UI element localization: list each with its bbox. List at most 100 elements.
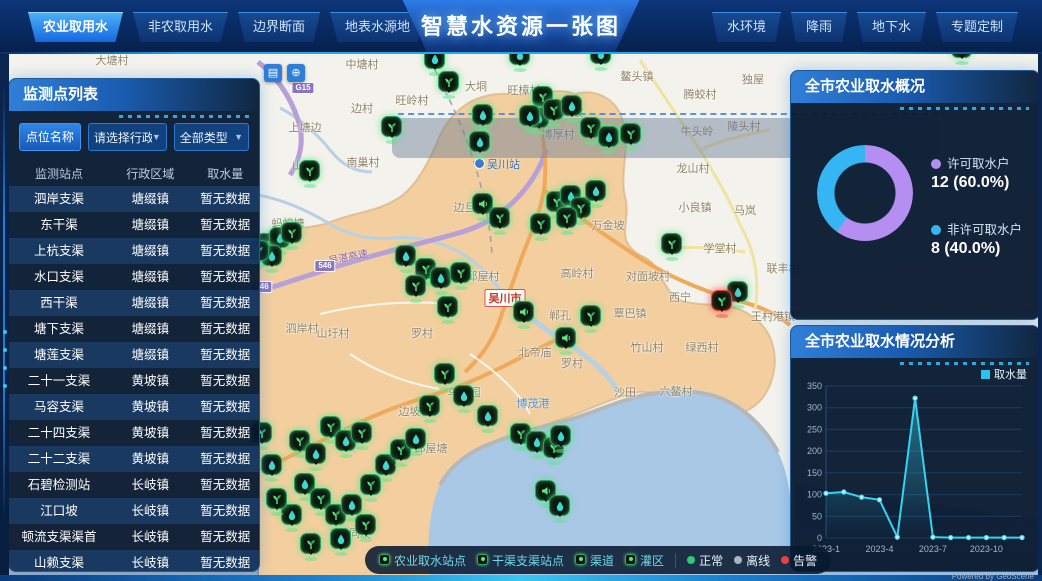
marker-canal-station[interactable] [330, 528, 352, 556]
pin-base [335, 552, 348, 556]
marker-canal-station[interactable] [305, 443, 327, 471]
marker-alert[interactable] [711, 290, 733, 318]
table-cell: 长岐镇 [109, 550, 192, 576]
table-row[interactable]: 顿流支渠渠首长岐镇暂无数据 [9, 524, 259, 550]
legend-type-item[interactable]: 渠道 [575, 552, 614, 569]
frame-dots [3, 330, 7, 334]
marker-canal-station[interactable] [550, 425, 572, 453]
table-header: 监测站点 行政区域 取水量 [9, 159, 259, 186]
table-row[interactable]: 马容支渠黄坡镇暂无数据 [9, 394, 259, 420]
marker-agriculture-intake[interactable] [381, 116, 403, 144]
attribution: Powered by GeoScene [952, 572, 1034, 581]
table-row[interactable]: 泗岸支渠塘缀镇暂无数据 [9, 186, 259, 212]
marker-agriculture-intake[interactable] [438, 71, 460, 99]
legend-type-item[interactable]: 农业取水站点 [379, 552, 466, 569]
marker-agriculture-intake[interactable] [419, 395, 441, 423]
nav-tab-right-3[interactable]: 专题定制 [936, 12, 1018, 42]
village-label: 覃巴镇 [614, 305, 647, 321]
pin-body [351, 422, 372, 443]
pin-base [535, 237, 548, 241]
pin-base [380, 478, 393, 482]
nav-tabs-left: 农业取用水非农取用水边界断面地表水源地 [28, 12, 425, 42]
pin-base [518, 325, 531, 329]
marker-agriculture-intake[interactable] [266, 488, 288, 516]
marker-canal-station[interactable] [598, 126, 620, 154]
marker-canal-station[interactable] [405, 428, 427, 456]
legend-type-item[interactable]: 灌区 [625, 552, 664, 569]
nav-tab-left-0[interactable]: 农业取用水 [28, 12, 123, 42]
marker-agriculture-intake[interactable] [661, 233, 683, 261]
svg-text:350: 350 [807, 381, 822, 391]
marker-agriculture-intake[interactable] [620, 123, 642, 151]
pin-base [266, 478, 279, 482]
table-row[interactable]: 西干渠塘缀镇暂无数据 [9, 290, 259, 316]
marker-agriculture-intake[interactable] [437, 296, 459, 324]
table-cell: 塘缀镇 [109, 186, 192, 212]
type-select[interactable]: 全部类型 ▼ [174, 123, 249, 151]
nav-tab-right-2[interactable]: 地下水 [857, 12, 926, 42]
map-measure-button[interactable]: ⊕ [287, 64, 305, 82]
table-row[interactable]: 水口支渠塘缀镇暂无数据 [9, 264, 259, 290]
marker-agriculture-intake[interactable] [300, 533, 322, 561]
pin-body [355, 514, 376, 535]
region-select[interactable]: 请选择行政 ▼ [88, 123, 167, 151]
marker-agriculture-intake[interactable] [489, 207, 511, 235]
table-row[interactable]: 二十二支渠黄坡镇暂无数据 [9, 446, 259, 472]
marker-canal-station[interactable] [519, 105, 541, 133]
marker-canal-station[interactable] [430, 267, 452, 295]
table-row[interactable]: 塘下支渠塘缀镇暂无数据 [9, 316, 259, 342]
table-row[interactable]: 二十一支渠黄坡镇暂无数据 [9, 368, 259, 394]
table-row[interactable]: 江口坡长岐镇暂无数据 [9, 498, 259, 524]
table-row[interactable]: 塘莲支渠塘缀镇暂无数据 [9, 342, 259, 368]
table-row[interactable]: 上杭支渠塘缀镇暂无数据 [9, 238, 259, 264]
table-cell: 泗岸支渠 [9, 186, 109, 212]
map-layers-button[interactable]: ▤ [264, 64, 282, 82]
nav-tab-right-0[interactable]: 水环境 [712, 12, 781, 42]
table-row[interactable]: 东干渠塘缀镇暂无数据 [9, 212, 259, 238]
marker-canal-station[interactable] [261, 454, 283, 482]
legend-status-item[interactable]: 离线 [734, 552, 770, 569]
svg-text:300: 300 [807, 403, 822, 413]
pin-base [458, 409, 471, 413]
marker-agriculture-intake[interactable] [450, 262, 472, 290]
legend-status-item[interactable]: 正常 [687, 552, 723, 569]
pin-body [555, 327, 576, 348]
marker-agriculture-intake[interactable] [351, 422, 373, 450]
marker-canal-station[interactable] [477, 405, 499, 433]
legend-value: 12 (60.0%) [931, 174, 1010, 192]
marker-irrigation-broadcast[interactable] [555, 327, 577, 355]
nav-tab-right-1[interactable]: 降雨 [791, 12, 847, 42]
table-cell: 塘缀镇 [109, 212, 192, 238]
marker-agriculture-intake[interactable] [405, 275, 427, 303]
legend-status-item[interactable]: 告警 [781, 552, 817, 569]
village-label: 郸孔 [549, 307, 571, 323]
pin-base [435, 291, 448, 295]
pin-body [661, 233, 682, 254]
marker-canal-station[interactable] [453, 385, 475, 413]
legend-type-item[interactable]: 干渠支渠站点 [477, 552, 564, 569]
marker-agriculture-intake[interactable] [281, 222, 303, 250]
marker-canal-station[interactable] [472, 104, 494, 132]
marker-irrigation-broadcast[interactable] [513, 301, 535, 329]
donut-chart [817, 145, 913, 241]
table-cell: 暂无数据 [192, 446, 260, 472]
pin-body [281, 222, 302, 243]
table-row[interactable]: 石碧检测站长岐镇暂无数据 [9, 472, 259, 498]
marker-agriculture-intake[interactable] [299, 160, 321, 188]
marker-agriculture-intake[interactable] [556, 207, 578, 235]
nav-tab-left-2[interactable]: 边界断面 [238, 12, 320, 42]
table-row[interactable]: 山赖支渠长岐镇暂无数据 [9, 550, 259, 576]
marker-agriculture-intake[interactable] [530, 213, 552, 241]
legend-divider [675, 553, 676, 568]
marker-canal-station[interactable] [585, 180, 607, 208]
marker-agriculture-intake[interactable] [580, 305, 602, 333]
marker-canal-station[interactable] [469, 131, 491, 159]
point-name-button[interactable]: 点位名称 [19, 123, 81, 151]
table-row[interactable]: 二十四支渠黄坡镇暂无数据 [9, 420, 259, 446]
nav-tab-left-1[interactable]: 非农取用水 [133, 12, 228, 42]
marker-canal-station[interactable] [549, 495, 571, 523]
table-cell: 塘莲支渠 [9, 342, 109, 368]
marker-canal-station[interactable] [395, 245, 417, 273]
marker-agriculture-intake[interactable] [355, 514, 377, 542]
table-cell: 暂无数据 [192, 290, 260, 316]
